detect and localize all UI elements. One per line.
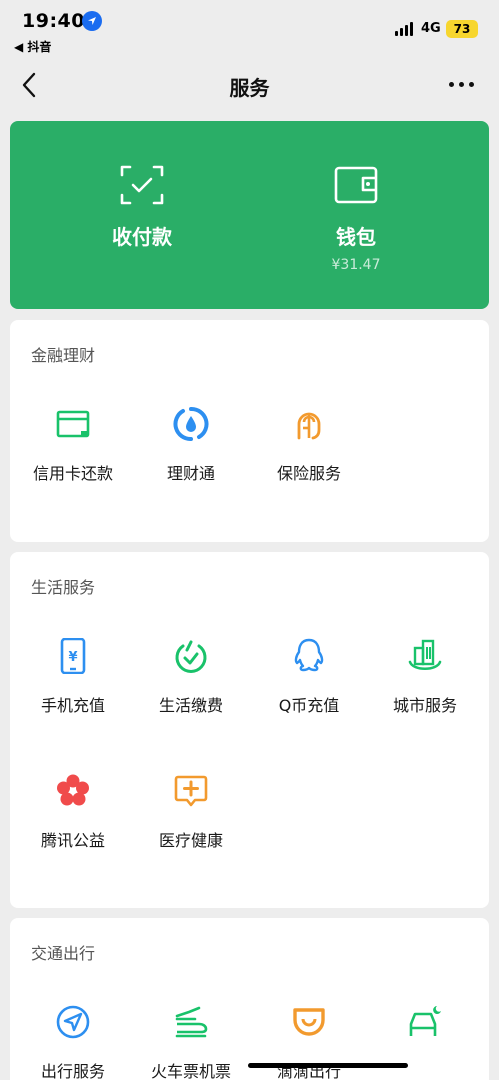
location-arrow-icon: [82, 11, 102, 31]
more-dot: [468, 81, 474, 87]
tile-qq-coin[interactable]: Q币充值: [250, 638, 368, 748]
credit-card-repay-icon: [56, 410, 90, 438]
tile-medical-health[interactable]: 医疗健康: [132, 773, 250, 883]
status-bar: 19:40 ◀ 抖音 4G 73: [0, 0, 499, 60]
status-time: 19:40: [22, 10, 85, 32]
home-indicator[interactable]: [248, 1063, 408, 1068]
svg-text:¥: ¥: [68, 650, 77, 665]
train-plane-ticket-icon: [175, 1006, 208, 1038]
section-transport: 交通出行 出行服务 火车票机票 滴滴出行: [10, 918, 489, 1080]
section-title: 金融理财: [31, 346, 96, 365]
wallet-balance: ¥31.47: [331, 257, 381, 273]
tile-hotel[interactable]: [366, 1004, 484, 1080]
tencent-charity-icon: [57, 774, 89, 806]
more-dot: [448, 81, 454, 87]
tile-tencent-charity[interactable]: 腾讯公益: [14, 773, 132, 883]
more-dot: [458, 81, 464, 87]
wallet-label: 钱包: [336, 225, 376, 249]
tile-insurance[interactable]: 保险服务: [250, 406, 368, 516]
tile-train-plane-ticket[interactable]: 火车票机票: [132, 1004, 250, 1080]
wallet-button[interactable]: 钱包 ¥31.47: [256, 121, 456, 309]
mobile-topup-icon: ¥: [60, 638, 86, 674]
scan-check-icon: [120, 165, 164, 205]
tile-didi[interactable]: 滴滴出行: [250, 1004, 368, 1080]
wealth-management-icon: [173, 406, 209, 442]
tile-label: 理财通: [166, 464, 215, 483]
tile-mobile-topup[interactable]: ¥ 手机充值: [14, 638, 132, 748]
tile-label: 腾讯公益: [40, 831, 105, 850]
signal-icon: [395, 22, 413, 36]
more-options-button[interactable]: [441, 72, 481, 96]
hotel-icon: [409, 1006, 441, 1036]
wallet-icon: [334, 166, 378, 204]
medical-health-icon: [174, 775, 208, 807]
tile-label: 城市服务: [392, 696, 457, 715]
tile-label: Q币充值: [278, 696, 340, 715]
tile-label: 出行服务: [40, 1062, 105, 1080]
tile-label: 医疗健康: [158, 831, 223, 850]
battery-icon: 73: [446, 20, 478, 38]
didi-icon: [293, 1008, 325, 1036]
collect-pay-button[interactable]: 收付款: [42, 121, 242, 309]
tile-label: 生活缴费: [158, 696, 223, 715]
section-finance: 金融理财 信用卡还款 理财通 保险服务: [10, 320, 489, 542]
back-to-app-link[interactable]: ◀ 抖音: [14, 38, 51, 55]
tile-travel-service[interactable]: 出行服务: [14, 1004, 132, 1080]
section-title: 交通出行: [31, 944, 96, 963]
qq-coin-icon: [294, 638, 324, 672]
tile-credit-card-repay[interactable]: 信用卡还款: [14, 406, 132, 516]
nav-bar: 服务: [0, 60, 499, 110]
network-type: 4G: [421, 21, 441, 36]
tile-city-service[interactable]: 城市服务: [366, 638, 484, 748]
tile-label: 滴滴出行: [276, 1062, 341, 1080]
tile-label: 手机充值: [40, 696, 105, 715]
tile-label: 火车票机票: [150, 1062, 231, 1080]
travel-service-icon: [56, 1005, 90, 1039]
utility-payment-icon: [175, 640, 207, 673]
collect-pay-label: 收付款: [112, 225, 172, 249]
city-service-icon: [408, 639, 442, 671]
section-life-services: 生活服务 ¥ 手机充值 生活缴费 Q币充值 城市服务 腾讯公益 医疗健康: [10, 552, 489, 908]
page-title: 服务: [229, 76, 270, 100]
tile-label: 信用卡还款: [32, 464, 113, 483]
tile-label: 保险服务: [276, 464, 341, 483]
tile-wealth-management[interactable]: 理财通: [132, 406, 250, 516]
pay-wallet-card: 收付款 钱包 ¥31.47: [10, 121, 489, 309]
tile-utility-payment[interactable]: 生活缴费: [132, 638, 250, 748]
section-title: 生活服务: [31, 578, 96, 597]
insurance-icon: [297, 412, 321, 440]
